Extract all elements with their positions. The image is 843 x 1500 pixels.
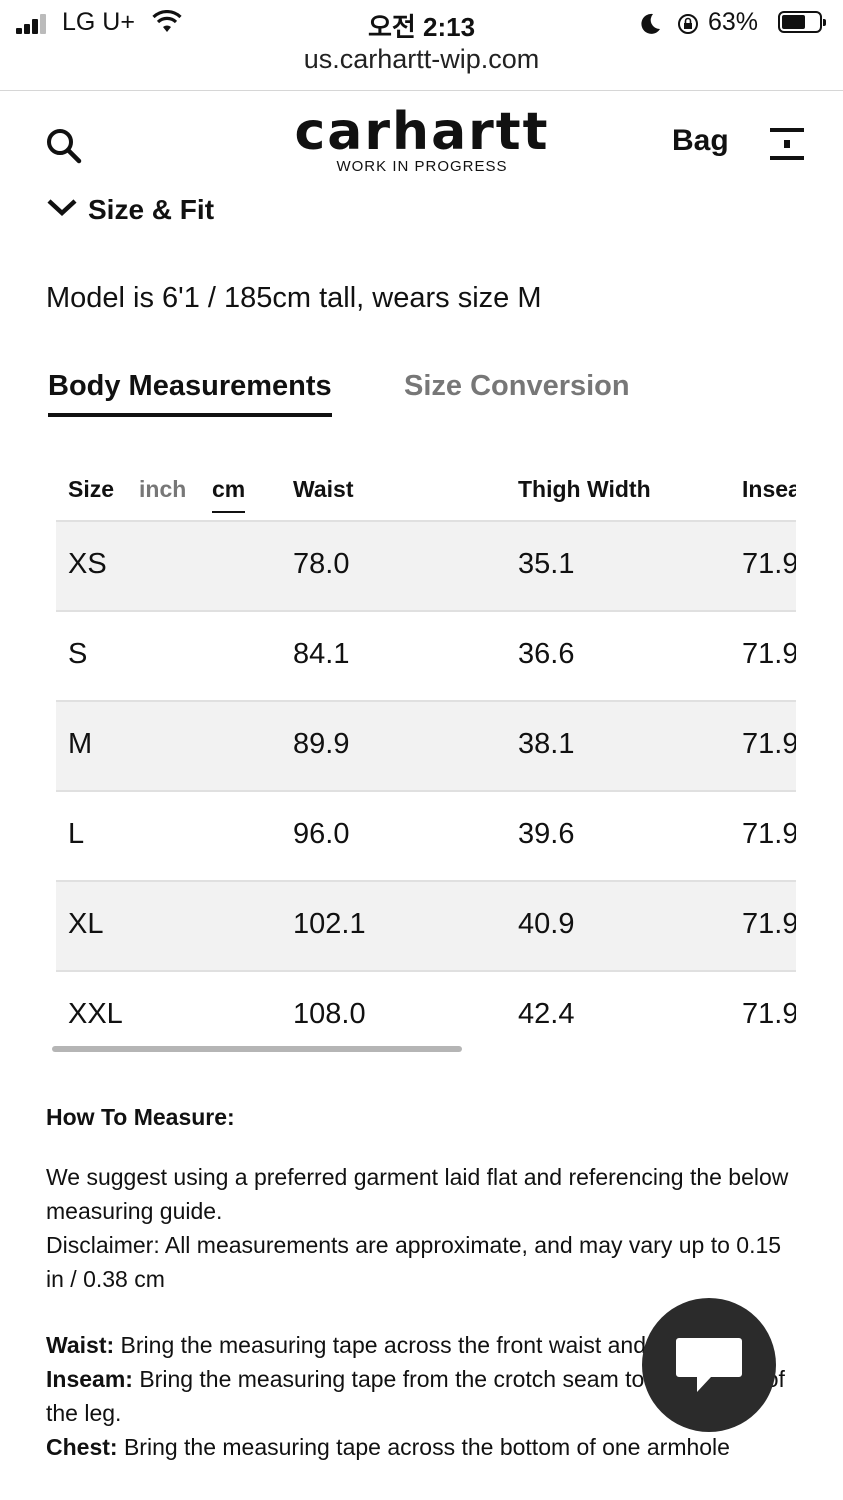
table-row: M 89.9 38.1 71.9 xyxy=(56,700,796,790)
intro-text: We suggest using a preferred garment lai… xyxy=(46,1164,789,1224)
thigh-cell: 38.1 xyxy=(518,728,575,760)
thigh-cell: 39.6 xyxy=(518,818,575,850)
size-cell: S xyxy=(68,638,88,670)
waist-cell: 89.9 xyxy=(293,728,350,760)
definition-chest: Chest: Bring the measuring tape across t… xyxy=(46,1430,806,1464)
search-icon[interactable] xyxy=(44,126,84,166)
battery-percent: 63% xyxy=(708,8,759,36)
size-table[interactable]: Size inch cm Waist Thigh Width Inseam XS… xyxy=(56,464,796,1064)
carhartt-logo[interactable]: carhartt WORK IN PROGRESS xyxy=(284,102,560,182)
tab-body-measurements[interactable]: Body Measurements xyxy=(48,370,332,417)
size-fit-accordion[interactable]: Size & Fit xyxy=(44,192,344,226)
rotation-lock-icon xyxy=(678,14,698,34)
thigh-cell: 35.1 xyxy=(518,548,575,580)
definition-term: Inseam: xyxy=(46,1366,133,1392)
tab-size-conversion[interactable]: Size Conversion xyxy=(404,370,630,403)
column-header-waist: Waist xyxy=(293,476,354,502)
battery-icon xyxy=(778,11,826,33)
chat-button[interactable] xyxy=(642,1298,776,1432)
inseam-cell: 71.9 xyxy=(742,728,796,760)
size-cell: M xyxy=(68,728,93,760)
waist-cell: 96.0 xyxy=(293,818,350,850)
logo-subtitle: WORK IN PROGRESS xyxy=(336,158,508,175)
measure-intro: We suggest using a preferred garment lai… xyxy=(46,1160,796,1296)
inseam-cell: 71.9 xyxy=(742,998,796,1030)
table-body: XS 78.0 35.1 71.9 S 84.1 36.6 71.9 M 89.… xyxy=(56,520,796,1060)
inseam-cell: 71.9 xyxy=(742,638,796,670)
unit-toggle-inch[interactable]: inch xyxy=(139,476,186,503)
table-row: L 96.0 39.6 71.9 xyxy=(56,790,796,880)
column-header-size: Size xyxy=(68,476,115,502)
thigh-cell: 36.6 xyxy=(518,638,575,670)
logo-wordmark: carhartt xyxy=(294,102,550,162)
definition-term: Chest: xyxy=(46,1434,118,1460)
address-bar-url[interactable]: us.carhartt-wip.com xyxy=(0,44,843,75)
column-header-thigh-width: Thigh Width xyxy=(518,476,651,502)
inseam-cell: 71.9 xyxy=(742,548,796,580)
how-to-measure-title: How To Measure: xyxy=(46,1104,235,1130)
status-bar: LG U+ 오전 2:13 63% xyxy=(0,0,843,48)
inseam-cell: 71.9 xyxy=(742,908,796,940)
waist-cell: 108.0 xyxy=(293,998,366,1030)
waist-cell: 102.1 xyxy=(293,908,366,940)
chevron-down-icon xyxy=(47,199,77,217)
waist-cell: 84.1 xyxy=(293,638,350,670)
size-cell: XS xyxy=(68,548,107,580)
column-header-inseam: Inseam xyxy=(742,476,796,502)
disclaimer-text: Disclaimer: All measurements are approxi… xyxy=(46,1232,782,1292)
divider xyxy=(0,90,843,91)
thigh-cell: 40.9 xyxy=(518,908,575,940)
table-horizontal-scrollbar[interactable] xyxy=(52,1046,462,1052)
do-not-disturb-moon-icon xyxy=(641,13,660,34)
size-cell: L xyxy=(68,818,85,850)
bag-link[interactable]: Bag xyxy=(672,124,729,158)
inseam-cell: 71.9 xyxy=(742,818,796,850)
definition-text: Bring the measuring tape across the bott… xyxy=(123,1434,730,1460)
table-header: Size inch cm Waist Thigh Width Inseam xyxy=(56,464,796,520)
model-info: Model is 6'1 / 185cm tall, wears size M xyxy=(46,282,542,314)
size-cell: XL xyxy=(68,908,104,940)
definition-term: Waist: xyxy=(46,1332,115,1358)
table-row: XS 78.0 35.1 71.9 xyxy=(56,520,796,610)
section-title: Size & Fit xyxy=(88,194,215,225)
table-row: XL 102.1 40.9 71.9 xyxy=(56,880,796,970)
thigh-cell: 42.4 xyxy=(518,998,575,1030)
table-row: S 84.1 36.6 71.9 xyxy=(56,610,796,700)
size-cell: XXL xyxy=(68,998,123,1030)
waist-cell: 78.0 xyxy=(293,548,350,580)
unit-toggle-cm[interactable]: cm xyxy=(212,476,246,513)
chat-bubble-icon xyxy=(676,1338,742,1392)
hamburger-menu-icon[interactable] xyxy=(770,128,804,160)
